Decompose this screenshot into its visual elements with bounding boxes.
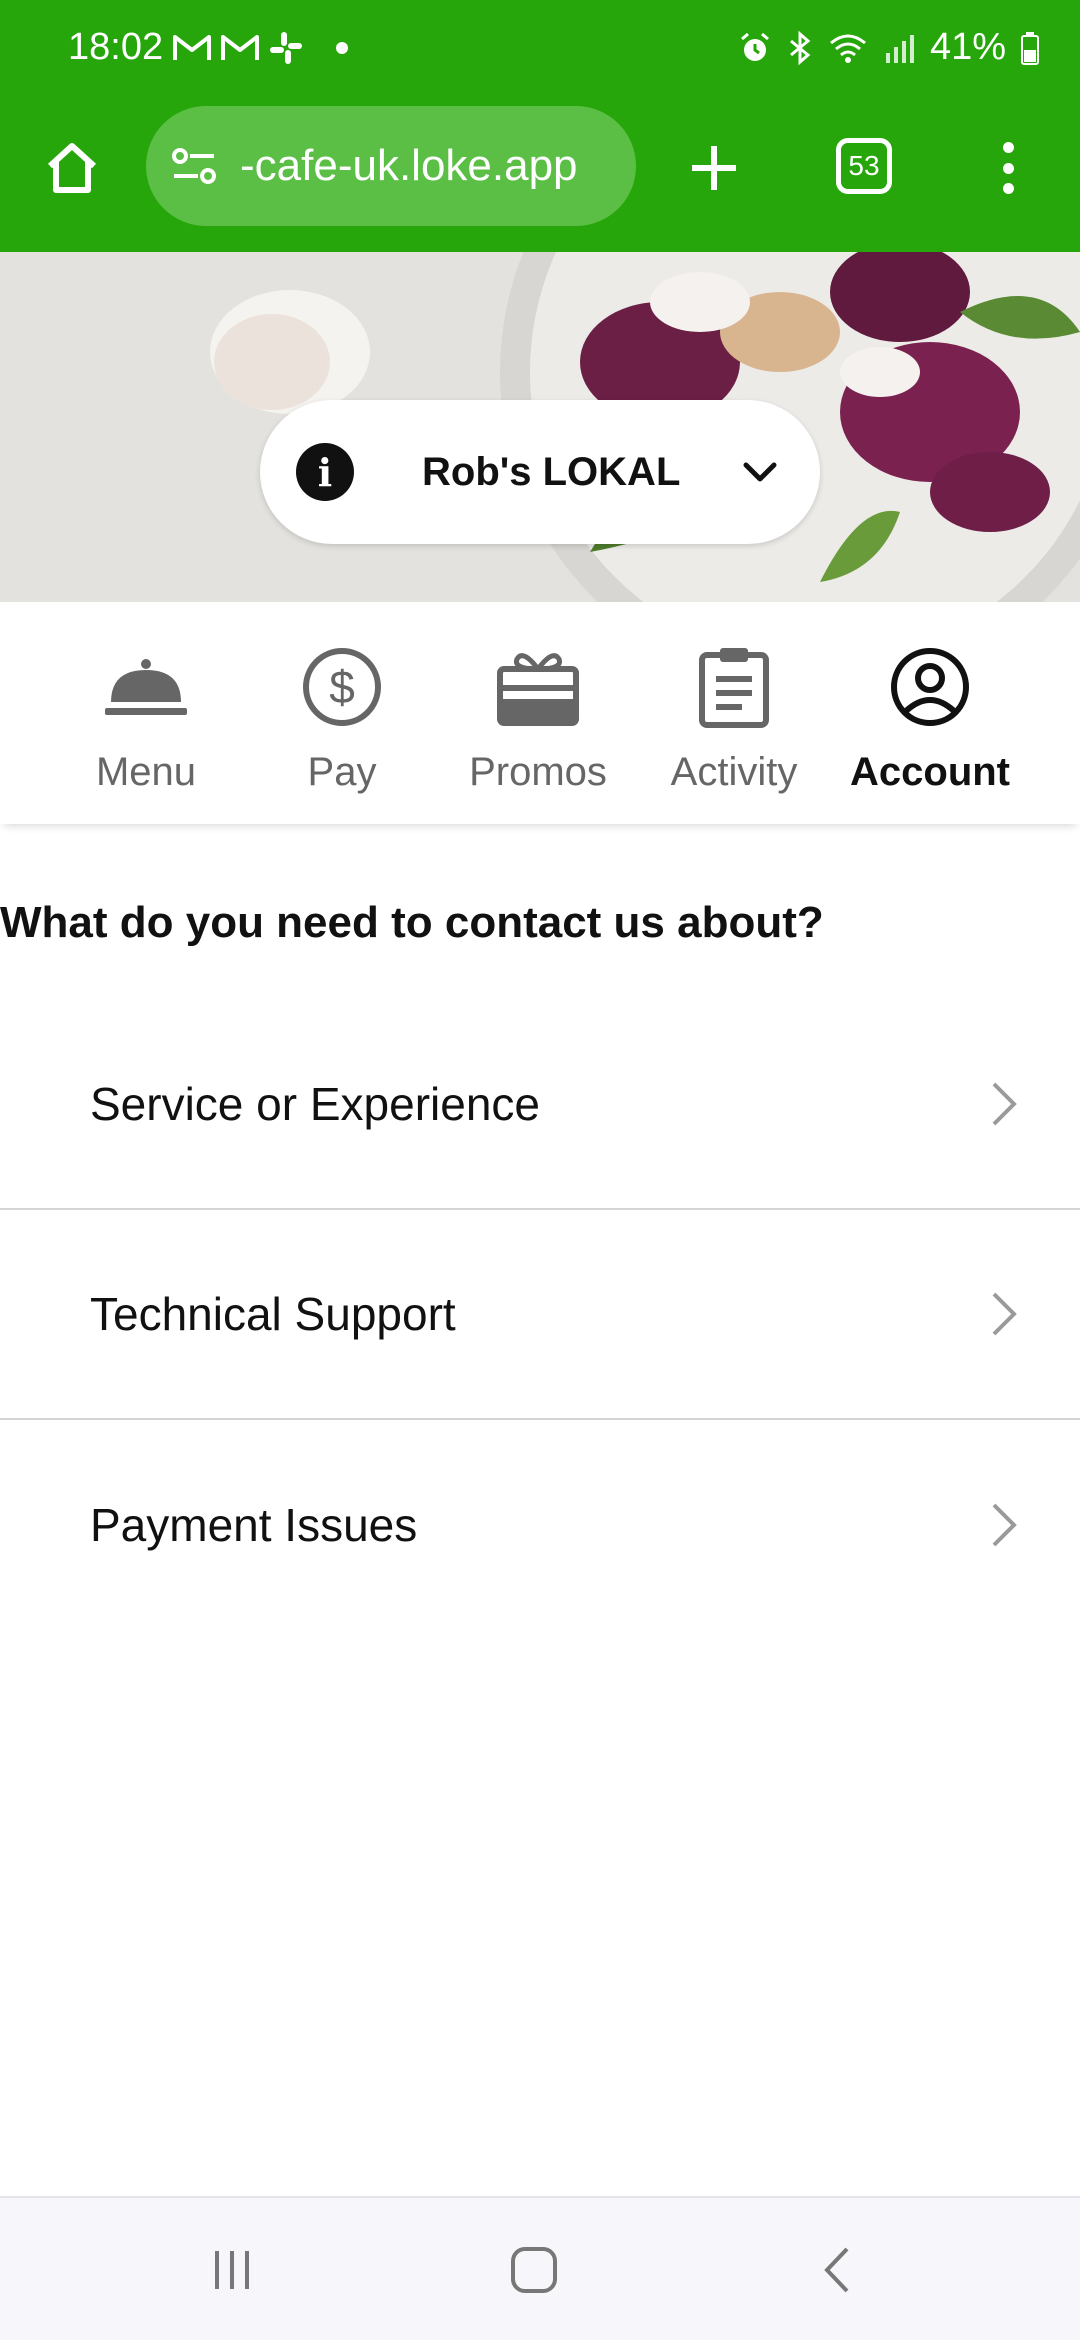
bluetooth-icon — [789, 30, 811, 65]
option-label: Technical Support — [90, 1288, 456, 1340]
url-bar[interactable]: -cafe-uk.loke.app — [146, 106, 636, 226]
tab-pay[interactable]: $ Pay — [244, 602, 440, 824]
signal-icon — [885, 34, 914, 63]
back-icon — [824, 2247, 849, 2293]
home-icon — [47, 143, 97, 193]
url-text: -cafe-uk.loke.app — [240, 141, 578, 190]
notification-icons — [172, 30, 348, 66]
cloche-icon — [101, 642, 191, 732]
option-label: Service or Experience — [90, 1078, 540, 1130]
tab-account[interactable]: Account — [832, 602, 1028, 824]
contact-options-list: Service or Experience Technical Support … — [0, 1000, 1080, 1630]
tab-menu-label: Menu — [95, 750, 197, 794]
recents-button[interactable] — [200, 2238, 264, 2302]
tab-promos[interactable]: Promos — [440, 602, 636, 824]
home-icon — [511, 2247, 557, 2293]
chevron-right-icon — [992, 1292, 1017, 1336]
gmail-icon — [221, 35, 259, 60]
tab-activity[interactable]: Activity — [636, 602, 832, 824]
option-label: Payment Issues — [90, 1499, 418, 1551]
gmail-icon — [173, 35, 211, 60]
battery-icon — [1021, 31, 1039, 65]
tab-promos-label: Promos — [469, 750, 607, 794]
status-bar: 18:02 41% — [0, 0, 1080, 100]
more-notifications-dot — [336, 42, 348, 54]
more-dot — [1002, 183, 1014, 194]
system-home-button[interactable] — [502, 2238, 566, 2302]
account-icon — [885, 642, 975, 732]
tab-pay-label: Pay — [307, 750, 377, 794]
gift-card-icon — [493, 642, 583, 732]
back-button[interactable] — [806, 2238, 870, 2302]
svg-text:$: $ — [329, 661, 355, 713]
dollar-icon: $ — [297, 642, 387, 732]
option-service-experience[interactable]: Service or Experience — [0, 1000, 1080, 1210]
site-settings-icon[interactable] — [168, 140, 220, 192]
option-payment-issues[interactable]: Payment Issues — [0, 1420, 1080, 1630]
contact-question: What do you need to contact us about? — [0, 898, 824, 947]
alarm-icon — [740, 32, 769, 61]
system-navigation-bar — [0, 2196, 1080, 2340]
browser-home-button[interactable] — [38, 134, 106, 202]
browser-toolbar: -cafe-uk.loke.app 53 — [0, 100, 1080, 252]
chevron-right-icon — [992, 1082, 1017, 1126]
tab-activity-label: Activity — [670, 750, 798, 794]
wifi-icon — [829, 34, 866, 63]
tab-account-label: Account — [850, 750, 1010, 794]
recents-icon — [215, 2251, 249, 2289]
chevron-right-icon — [992, 1503, 1017, 1547]
battery-percent: 41% — [929, 26, 1006, 68]
status-time: 18:02 — [68, 26, 164, 68]
browser-menu-button[interactable] — [990, 136, 1026, 200]
chevron-down-icon — [743, 462, 777, 482]
venue-name: Rob's LOKAL — [422, 449, 681, 494]
more-dot — [1002, 162, 1014, 174]
new-tab-button[interactable] — [682, 136, 746, 200]
option-technical-support[interactable]: Technical Support — [0, 1210, 1080, 1420]
hero-banner: i Rob's LOKAL — [0, 252, 1080, 602]
venue-selector[interactable]: i Rob's LOKAL — [260, 400, 820, 544]
plus-icon — [692, 146, 736, 190]
status-right-group: 41% — [738, 26, 1040, 69]
tab-navigation: Menu $ Pay Promos Activity Account — [0, 602, 1080, 824]
tab-switcher-button[interactable]: 53 — [836, 138, 892, 194]
info-icon[interactable]: i — [296, 443, 354, 501]
more-dot — [1002, 142, 1014, 153]
slack-icon — [270, 32, 302, 64]
tab-menu[interactable]: Menu — [48, 602, 244, 824]
clipboard-icon — [689, 642, 779, 732]
